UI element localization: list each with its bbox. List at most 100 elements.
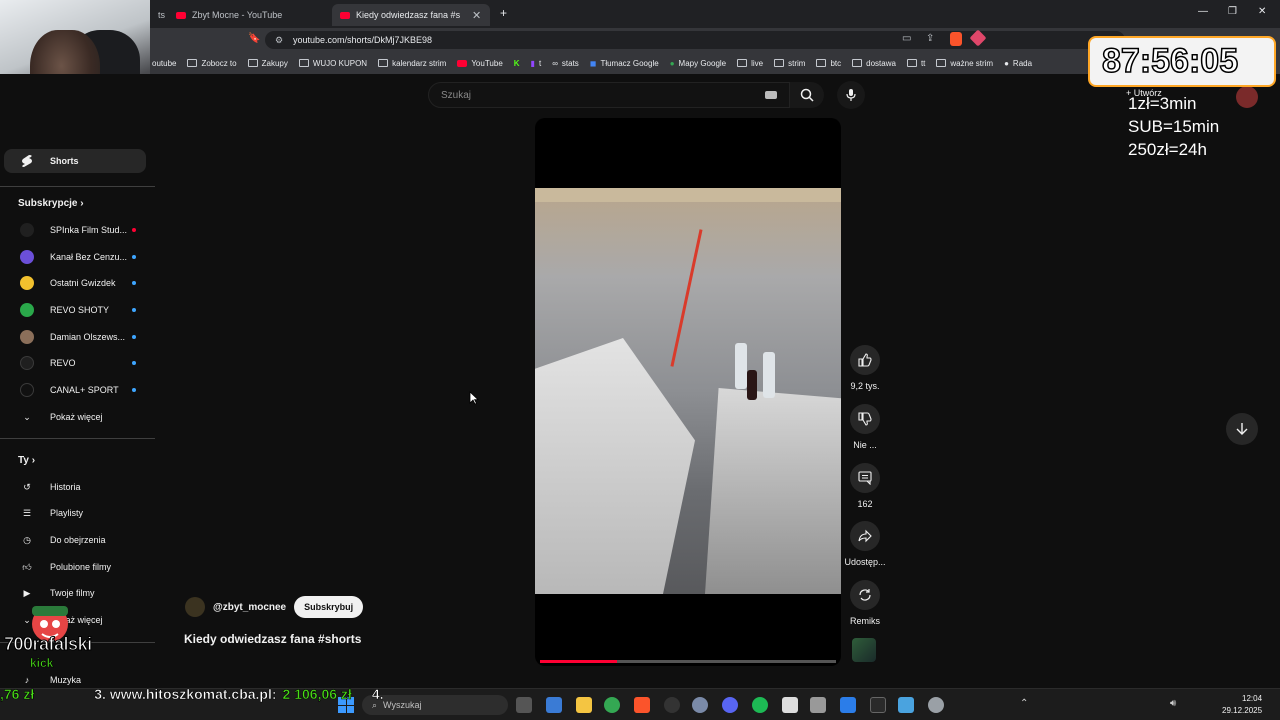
tab-current-video[interactable]: Kiedy odwiedzasz fana #shorts ✕ [332, 4, 490, 26]
bookmark-youtube[interactable]: YouTube [457, 59, 503, 68]
bookmark-folder[interactable]: ważne strim [936, 59, 993, 68]
subscription-item[interactable]: Damian Olszews... [0, 324, 150, 350]
cast-icon[interactable]: ▭ [902, 33, 911, 44]
sidebar-item-watch-later[interactable]: ◷ Do obejrzenia [0, 527, 150, 553]
bookmark-folder[interactable]: live [737, 59, 763, 68]
subscribe-button[interactable]: Subskrybuj [294, 596, 364, 618]
minimize-icon[interactable]: — [1198, 6, 1208, 17]
remix-button[interactable]: Remiks [842, 580, 888, 626]
bookmark-item[interactable]: outube [152, 59, 176, 68]
water-bottle [735, 343, 747, 389]
ticker-amount-prev: ,76 zł [0, 686, 35, 703]
next-video-button[interactable] [1226, 413, 1258, 445]
new-tab-button[interactable]: + [500, 6, 507, 20]
shorts-player[interactable] [535, 118, 841, 666]
search-icon [800, 88, 814, 102]
bookmark-folder[interactable]: Zobocz to [187, 59, 237, 68]
subscription-label: CANAL+ SPORT [50, 385, 119, 395]
new-content-dot [132, 308, 136, 312]
app-icon[interactable] [782, 697, 798, 713]
chrome-icon[interactable] [604, 697, 620, 713]
subscription-item[interactable]: Kanał Bez Cenzu... [0, 244, 150, 270]
bookmark-folder[interactable]: Zakupy [247, 59, 288, 68]
settings-icon[interactable] [928, 697, 944, 713]
bookmark-folder[interactable]: WUJO KUPON [298, 59, 367, 68]
obs-icon[interactable] [664, 697, 680, 713]
sidebar-item-label: Pokaż więcej [50, 412, 103, 422]
channel-avatar[interactable] [185, 597, 205, 617]
thumbs-up-icon [850, 345, 880, 375]
sidebar-item-shorts[interactable]: Shorts [0, 148, 150, 174]
call-cable [670, 229, 703, 367]
close-icon[interactable]: ✕ [472, 9, 481, 22]
app-icon[interactable] [546, 697, 562, 713]
subscription-item[interactable]: Ostatni Gwizdek [0, 270, 150, 296]
notepad-icon[interactable] [898, 697, 914, 713]
subscriptions-heading[interactable]: Subskrypcje › [18, 198, 84, 209]
chevron-down-icon: ⌄ [23, 411, 31, 422]
bookmark-folder[interactable]: kalendarz strim [378, 59, 446, 68]
comments-button[interactable]: 162 [842, 463, 888, 509]
app-icon[interactable] [692, 697, 708, 713]
maps-icon: ● [669, 58, 675, 68]
discord-icon[interactable] [722, 697, 738, 713]
subscription-item[interactable]: REVO SHOTY [0, 297, 150, 323]
account-avatar[interactable] [1236, 86, 1258, 108]
bedside-cabinet [705, 388, 841, 594]
you-heading[interactable]: Ty › [18, 455, 35, 466]
channel-avatar [20, 250, 34, 264]
bookmark-t[interactable]: ▮ t [531, 59, 542, 68]
bookmark-folder[interactable]: tt [906, 59, 925, 68]
subscription-item[interactable]: CANAL+ SPORT [0, 377, 150, 403]
bookmark-folder[interactable]: strim [774, 59, 805, 68]
spotify-icon[interactable] [752, 697, 768, 713]
taskbar-clock[interactable]: 12:04 29.12.2025 [1222, 693, 1262, 717]
shorts-icon [14, 154, 40, 168]
bookmark-folder[interactable]: dostawa [852, 59, 896, 68]
url-field[interactable]: ⚙ youtube.com/shorts/DkMj7JKBE98 [265, 31, 1125, 49]
sound-thumbnail[interactable] [852, 638, 876, 662]
sidebar-item-liked[interactable]: 👍︎ Polubione filmy [0, 554, 150, 580]
app-icon[interactable] [870, 697, 886, 713]
keyboard-icon[interactable] [765, 91, 777, 99]
tray-chevron-icon[interactable]: ⌃ [1020, 698, 1028, 709]
wall-panel [535, 188, 841, 202]
site-info-icon[interactable]: ⚙ [275, 35, 283, 46]
music-icon: ♪ [24, 675, 30, 685]
bookmark-folder[interactable]: btc [816, 59, 841, 68]
close-window-icon[interactable]: ✕ [1258, 6, 1266, 17]
channel-name[interactable]: @zbyt_mocnee [213, 602, 286, 613]
search-button[interactable] [790, 82, 824, 108]
subscription-item[interactable]: REVO [0, 350, 150, 376]
subscription-label: REVO [50, 358, 76, 368]
restore-icon[interactable]: ❐ [1228, 6, 1237, 17]
file-explorer-icon[interactable] [576, 697, 592, 713]
voice-search-button[interactable] [837, 81, 865, 109]
bookmark-maps[interactable]: ● Mapy Google [670, 59, 726, 68]
bookmark-stats[interactable]: ∞ stats [552, 59, 579, 68]
bookmark-icon[interactable]: 🔖 [248, 33, 260, 44]
search-input[interactable]: Szukaj [428, 82, 790, 108]
task-view-icon[interactable] [516, 697, 532, 713]
bookmark-translate[interactable]: ◼ Tłumacz Google [590, 59, 659, 68]
like-button[interactable]: 9,2 tys. [842, 345, 888, 391]
channel-avatar [20, 356, 34, 370]
tab-zbyt-mocne[interactable]: Zbyt Mocne - YouTube [168, 4, 328, 26]
brave-shield-icon[interactable] [950, 32, 962, 46]
brave-icon[interactable] [634, 697, 650, 713]
subscription-item[interactable]: SPInka Film Stud... [0, 217, 150, 243]
new-content-dot [132, 388, 136, 392]
sidebar-item-history[interactable]: ↺ Historia [0, 474, 150, 500]
folder-icon [187, 59, 198, 67]
show-more-subscriptions[interactable]: ⌄ Pokaż więcej [0, 404, 150, 430]
sidebar-item-playlists[interactable]: ☰ Playlisty [0, 500, 150, 526]
channel-avatar [20, 223, 34, 237]
app-icon[interactable] [840, 697, 856, 713]
dislike-button[interactable]: Nie ... [842, 404, 888, 450]
speaker-icon[interactable]: 🔊︎ [1170, 698, 1176, 709]
bookmark-kick[interactable]: K [514, 59, 520, 68]
share-icon[interactable]: ⇪ [926, 33, 934, 44]
bookmark-radar[interactable]: ● Rada [1004, 59, 1032, 68]
share-button[interactable]: Udostęp... [842, 521, 888, 567]
calculator-icon[interactable] [810, 697, 826, 713]
